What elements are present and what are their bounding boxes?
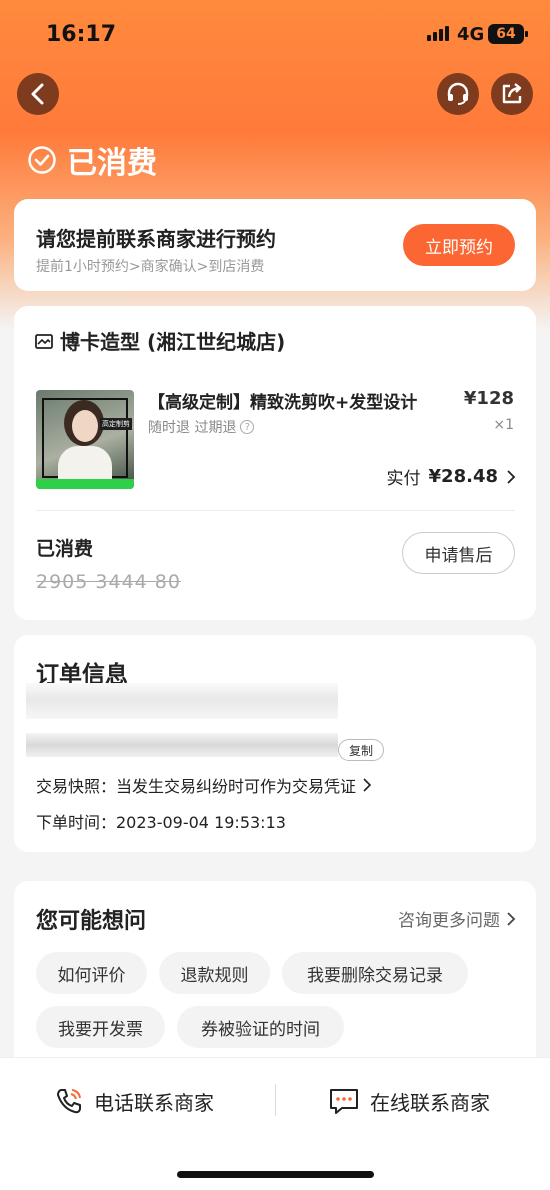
faq-chip[interactable]: 如何评价 bbox=[36, 952, 147, 994]
divider bbox=[36, 510, 515, 511]
faq-title: 您可能想问 bbox=[36, 909, 147, 934]
trade-snapshot-link[interactable]: 交易快照：当发生交易纠纷时可作为交易凭证 bbox=[36, 773, 372, 797]
status-time: 16:17 bbox=[46, 22, 117, 47]
paid-label: 实付 bbox=[386, 469, 421, 489]
divider bbox=[275, 1084, 276, 1116]
product-price: ¥128 bbox=[463, 388, 514, 409]
booking-card: 请您提前联系商家进行预约 提前1小时预约>商家确认>到店消费 立即预约 bbox=[14, 199, 536, 291]
chevron-right-icon bbox=[507, 469, 516, 484]
refund-tags: 随时退 过期退 ? bbox=[148, 417, 255, 437]
voucher-status: 已消费 bbox=[36, 538, 94, 560]
product-image[interactable]: 高定制剪 bbox=[36, 390, 134, 489]
network-label: 4G bbox=[457, 24, 485, 45]
chevron-left-icon bbox=[31, 83, 44, 105]
chevron-right-icon bbox=[507, 911, 516, 926]
battery-icon: 64 bbox=[488, 24, 528, 44]
bottom-action-bar: 电话联系商家 在线联系商家 bbox=[0, 1057, 550, 1190]
faq-chip[interactable]: 我要删除交易记录 bbox=[282, 952, 468, 994]
faq-more-link[interactable]: 咨询更多问题 bbox=[398, 906, 516, 931]
phone-icon bbox=[57, 1089, 81, 1114]
share-button[interactable] bbox=[491, 73, 533, 115]
faq-more-text: 咨询更多问题 bbox=[398, 911, 500, 931]
check-circle-icon bbox=[28, 146, 56, 174]
back-button[interactable] bbox=[17, 73, 59, 115]
home-indicator[interactable] bbox=[177, 1171, 374, 1178]
signal-icon bbox=[427, 26, 449, 41]
call-merchant-button[interactable]: 电话联系商家 bbox=[54, 1086, 214, 1116]
customer-service-button[interactable] bbox=[437, 73, 479, 115]
copy-button[interactable]: 复制 bbox=[338, 739, 384, 761]
help-icon[interactable]: ? bbox=[240, 420, 255, 434]
redacted-order-number bbox=[26, 733, 338, 757]
redacted-field bbox=[26, 683, 338, 719]
headset-icon bbox=[447, 82, 469, 105]
trade-snapshot-text: 交易快照：当发生交易纠纷时可作为交易凭证 bbox=[36, 777, 357, 796]
booking-title: 请您提前联系商家进行预约 bbox=[36, 227, 276, 251]
shop-name-row[interactable]: 博卡造型 (湘江世纪城店) bbox=[34, 326, 285, 355]
faq-chip[interactable]: 退款规则 bbox=[159, 952, 270, 994]
shop-name: 博卡造型 (湘江世纪城店) bbox=[60, 330, 286, 354]
order-card: 博卡造型 (湘江世纪城店) 高定制剪 【高级定制】精致洗剪吹+发型设计 随时退 … bbox=[14, 306, 536, 620]
chevron-right-icon bbox=[363, 778, 372, 792]
product-name[interactable]: 【高级定制】精致洗剪吹+发型设计 bbox=[148, 388, 417, 413]
status-bar: 16:17 4G 64 bbox=[0, 0, 550, 70]
product-quantity: ×1 bbox=[493, 417, 514, 433]
refund-tags-text: 随时退 过期退 bbox=[148, 420, 237, 436]
chat-merchant-label: 在线联系商家 bbox=[370, 1090, 490, 1115]
book-now-button[interactable]: 立即预约 bbox=[403, 224, 515, 266]
status-title-text: 已消费 bbox=[67, 146, 157, 181]
chat-merchant-button[interactable]: 在线联系商家 bbox=[328, 1086, 490, 1116]
store-icon bbox=[35, 333, 53, 349]
faq-card: 您可能想问 咨询更多问题 如何评价 退款规则 我要删除交易记录 我要开发票 券被… bbox=[14, 881, 536, 1081]
after-sale-button[interactable]: 申请售后 bbox=[402, 532, 515, 574]
call-merchant-label: 电话联系商家 bbox=[94, 1090, 214, 1115]
share-icon bbox=[502, 83, 522, 104]
chat-icon bbox=[330, 1089, 358, 1114]
booking-steps: 提前1小时预约>商家确认>到店消费 bbox=[36, 259, 265, 275]
product-image-tag: 高定制剪 bbox=[100, 418, 132, 430]
faq-chip[interactable]: 券被验证的时间 bbox=[177, 1006, 344, 1048]
paid-amount: ¥28.48 bbox=[428, 466, 498, 487]
order-status-heading: 已消费 bbox=[27, 138, 157, 182]
paid-amount-row[interactable]: 实付 ¥28.48 bbox=[387, 464, 516, 489]
order-time: 下单时间：2023-09-04 19:53:13 bbox=[36, 813, 286, 832]
order-info-card: 订单信息 复制 交易快照：当发生交易纠纷时可作为交易凭证 下单时间：2023-0… bbox=[14, 635, 536, 852]
voucher-code: 2905 3444 80 bbox=[36, 571, 181, 593]
faq-chip[interactable]: 我要开发票 bbox=[36, 1006, 165, 1048]
